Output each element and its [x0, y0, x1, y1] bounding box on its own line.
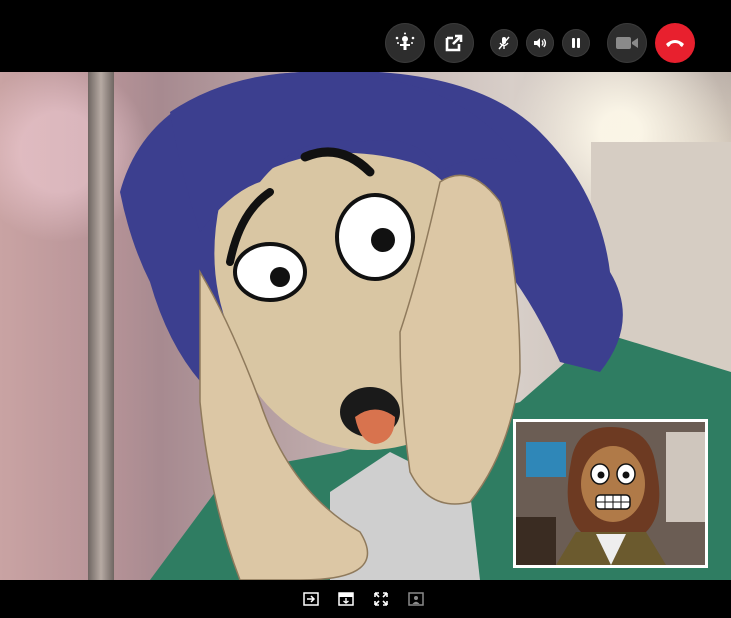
pop-out-icon — [445, 34, 463, 52]
download-tray-icon — [338, 592, 354, 606]
expand-arrows-icon — [374, 592, 388, 606]
popout-button[interactable] — [434, 23, 474, 63]
speaker-icon — [534, 38, 547, 48]
camera-button[interactable] — [607, 23, 647, 63]
person-frame-icon — [408, 592, 424, 606]
bottom-toolbar — [0, 580, 731, 618]
video-camera-icon — [616, 37, 638, 49]
pause-button[interactable] — [562, 29, 590, 57]
end-call-button[interactable] — [655, 23, 695, 63]
download-button[interactable] — [337, 591, 355, 607]
volume-button[interactable] — [526, 29, 554, 57]
self-view-video[interactable] — [513, 419, 708, 568]
effects-button[interactable] — [385, 23, 425, 63]
mute-button[interactable] — [490, 29, 518, 57]
fullscreen-button[interactable] — [372, 591, 390, 607]
self-participant-figure — [516, 422, 705, 565]
exit-button[interactable] — [302, 591, 320, 607]
exit-arrow-icon — [303, 592, 319, 606]
call-toolbar — [0, 0, 731, 72]
self-view-toggle-button[interactable] — [407, 591, 425, 607]
pause-icon — [572, 38, 580, 48]
microphone-muted-icon — [498, 36, 510, 50]
hang-up-icon — [666, 40, 684, 47]
sparkle-person-icon — [395, 32, 415, 50]
